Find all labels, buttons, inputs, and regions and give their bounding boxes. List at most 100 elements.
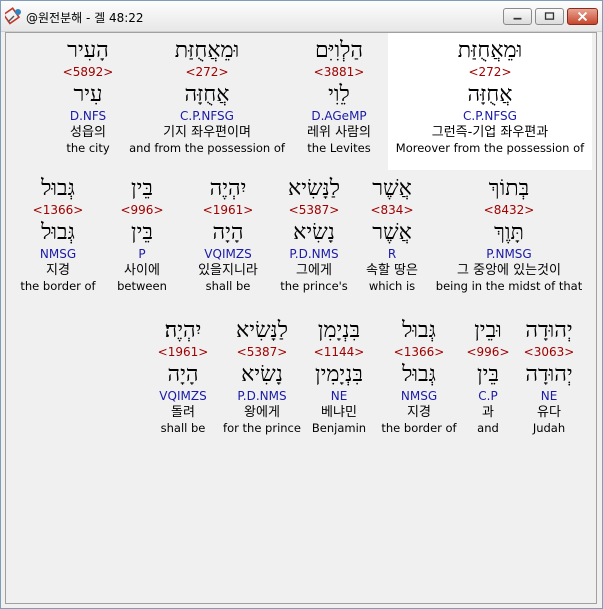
lemma-word: נָשִׂיא xyxy=(241,362,283,387)
strong-number: <1961> xyxy=(157,345,209,359)
morphology-code: VQIMZS xyxy=(159,389,207,403)
english-gloss: which is xyxy=(368,279,416,293)
english-gloss: between xyxy=(117,279,167,293)
lemma-word: בֵּין xyxy=(131,220,153,245)
word-cell[interactable]: הַלְוִיִּם <3881> לֵוִי D.AGeMP 레위 사람의 t… xyxy=(288,33,390,156)
korean-gloss: 왕에게 xyxy=(244,405,280,420)
morphology-code: P.NMSG xyxy=(486,247,532,261)
morphology-code: R xyxy=(387,247,397,261)
app-icon xyxy=(5,7,21,25)
korean-gloss: 그에게 xyxy=(296,263,332,278)
korean-gloss: 기지 좌우편이며 xyxy=(163,125,251,140)
lemma-word: גְּבוּל xyxy=(41,220,75,245)
morphology-code: NMSG xyxy=(39,247,77,261)
maximize-button[interactable] xyxy=(535,8,564,25)
lemma-word: לֵוִי xyxy=(328,82,350,107)
word-cell[interactable]: יִהְיֶה׃ <1961> הָיָה VQIMZS 돌려 shall be xyxy=(148,317,218,436)
morphology-code: C.P.NFSG xyxy=(180,109,234,123)
morphology-code: VQIMZS xyxy=(204,247,252,261)
korean-gloss: 유다 xyxy=(537,405,561,420)
strong-number: <1366> xyxy=(393,345,445,359)
word-cell[interactable]: בֵּין <996> בֵּין P 사이에 between xyxy=(112,175,172,294)
word-cell[interactable]: לַנָּשִׂיא <5387> נָשִׂיא P.D.NMS 그에게 th… xyxy=(276,175,352,294)
english-gloss: the prince's xyxy=(280,279,348,293)
morphology-code: D.NFS xyxy=(69,109,107,123)
lemma-word: יְהוּדָה xyxy=(525,362,573,387)
strong-number: <5892> xyxy=(62,65,114,79)
lemma-word: בִּנְיָמִין xyxy=(315,362,363,387)
hebrew-word: וּמֵאֲחֻזַּת xyxy=(174,38,240,63)
word-cell[interactable]: לַנָּשִׂיא <5387> נָשִׂיא P.D.NMS 왕에게 fo… xyxy=(216,317,308,436)
korean-gloss: 과 xyxy=(482,405,494,420)
hebrew-word: אֲשֶׁר xyxy=(372,176,412,201)
english-gloss: the border of xyxy=(381,421,457,435)
strong-number: <5387> xyxy=(288,203,340,217)
korean-gloss: 속할 땅은 xyxy=(366,263,418,278)
korean-gloss: 지경 xyxy=(407,405,431,420)
lemma-word: גְּבוּל xyxy=(402,362,436,387)
english-gloss: Moreover from the possession of xyxy=(395,141,585,155)
lemma-word: אֲשֶׁר xyxy=(372,220,412,245)
word-cell[interactable]: יִהְיֶה <1961> הָיָה VQIMZS 있을지니라 shall … xyxy=(188,175,268,294)
close-button[interactable] xyxy=(567,8,598,25)
word-cell[interactable]: הָעִיר <5892> עִיר D.NFS 성읍의 the city xyxy=(50,33,126,156)
korean-gloss: 그런즉-기업 좌우편과 xyxy=(431,125,549,140)
hebrew-word: הָעִיר xyxy=(67,38,109,63)
morphology-code: NE xyxy=(540,389,558,403)
english-gloss: the border of xyxy=(20,279,96,293)
morphology-code: NE xyxy=(330,389,348,403)
word-cell[interactable]: יְהוּדָה <3063> יְהוּדָה NE 유다 Judah xyxy=(514,317,584,436)
minimize-icon xyxy=(513,17,522,20)
hebrew-word: בִּנְיָמִן xyxy=(317,318,361,343)
strong-number: <1366> xyxy=(32,203,84,217)
english-gloss: and xyxy=(477,421,499,435)
maximize-icon xyxy=(544,12,555,20)
word-analysis-panel[interactable]: וּמֵאֲחֻזַּת <272> אֲחֻזָּה C.P.NFSG 그런즉… xyxy=(5,32,597,604)
morphology-code: P.D.NMS xyxy=(289,247,339,261)
hebrew-word: יִהְיֶה׃ xyxy=(164,318,202,343)
morphology-code: C.P xyxy=(478,389,498,403)
hebrew-word: יְהוּדָה xyxy=(525,318,573,343)
strong-number: <996> xyxy=(466,345,510,359)
hebrew-word: בְּתוֹךְ xyxy=(488,176,530,201)
lemma-word: אֲחֻזָּה xyxy=(467,82,513,107)
korean-gloss: 베냐민 xyxy=(321,405,357,420)
strong-number: <272> xyxy=(185,65,229,79)
word-cell[interactable]: אֲשֶׁר <834> אֲשֶׁר R 속할 땅은 which is xyxy=(356,175,428,294)
english-gloss: and from the possession of xyxy=(129,141,285,155)
strong-number: <834> xyxy=(370,203,414,217)
strong-number: <1961> xyxy=(202,203,254,217)
strong-number: <996> xyxy=(120,203,164,217)
hebrew-word: יִהְיֶה xyxy=(209,176,247,201)
korean-gloss: 그 중앙에 있는것이 xyxy=(457,263,561,278)
korean-gloss: 있을지니라 xyxy=(198,263,258,278)
strong-number: <272> xyxy=(468,65,512,79)
word-cell[interactable]: וּמֵאֲחֻזַּת <272> אֲחֻזָּה C.P.NFSG 기지 … xyxy=(124,33,290,156)
hebrew-word: גְּבוּל xyxy=(402,318,436,343)
english-gloss: Benjamin xyxy=(311,421,367,435)
morphology-code: D.AGeMP xyxy=(311,109,367,123)
word-cell[interactable]: וּמֵאֲחֻזַּת <272> אֲחֻזָּה C.P.NFSG 그런즉… xyxy=(388,33,592,170)
strong-number: <3063> xyxy=(523,345,575,359)
title-bar[interactable]: @원전분해 - 겔 48:22 xyxy=(1,1,602,32)
english-gloss: shall be xyxy=(205,279,251,293)
hebrew-word: לַנָּשִׂיא xyxy=(236,318,288,343)
hebrew-word: גְּבוּל xyxy=(41,176,75,201)
korean-gloss: 지경 xyxy=(46,263,70,278)
minimize-button[interactable] xyxy=(503,8,532,25)
word-cell[interactable]: גְּבוּל <1366> גְּבוּל NMSG 지경 the borde… xyxy=(18,175,98,294)
word-cell[interactable]: בְּתוֹךְ <8432> תָּוֶךְ P.NMSG 그 중앙에 있는것… xyxy=(434,175,584,294)
word-cell[interactable]: בִּנְיָמִן <1144> בִּנְיָמִין NE 베냐민 Ben… xyxy=(304,317,374,436)
lemma-word: עִיר xyxy=(73,82,103,107)
english-gloss: the Levites xyxy=(307,141,371,155)
word-cell[interactable]: גְּבוּל <1366> גְּבוּל NMSG 지경 the borde… xyxy=(378,317,460,436)
hebrew-word: וּבֵין xyxy=(474,318,502,343)
english-gloss: Judah xyxy=(532,421,566,435)
korean-gloss: 돌려 xyxy=(171,405,195,420)
lemma-word: בֵּין xyxy=(477,362,499,387)
app-window: @원전분해 - 겔 48:22 וּמֵאֲחֻזַּת <272> אֲחֻז… xyxy=(0,0,603,609)
word-cell[interactable]: וּבֵין <996> בֵּין C.P 과 and xyxy=(458,317,518,436)
strong-number: <3881> xyxy=(313,65,365,79)
morphology-code: P xyxy=(138,247,146,261)
korean-gloss: 사이에 xyxy=(124,263,160,278)
